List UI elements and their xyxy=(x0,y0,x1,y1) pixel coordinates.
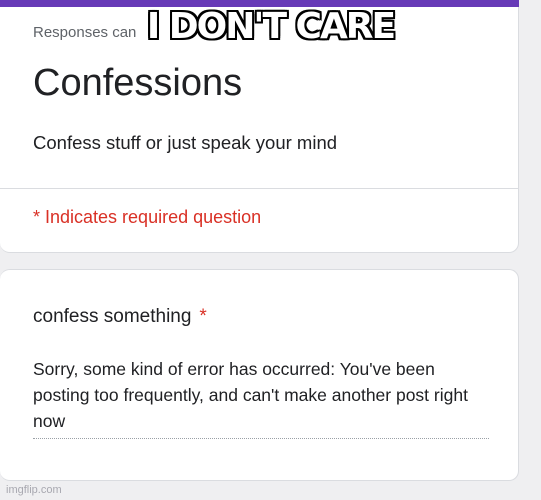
required-question-note: * Indicates required question xyxy=(33,207,262,227)
required-asterisk: * xyxy=(199,306,207,327)
question-card: confess something * Sorry, some kind of e… xyxy=(0,269,519,481)
form-title: Confessions xyxy=(33,62,243,104)
question-label: confess something xyxy=(33,306,192,327)
question-title: confess something * xyxy=(33,306,207,328)
meme-caption: I DON'T CARE xyxy=(146,6,396,47)
header-divider xyxy=(0,188,519,189)
imgflip-watermark: imgflip.com xyxy=(6,484,62,496)
answer-field[interactable]: Sorry, some kind of error has occurred: … xyxy=(33,356,489,439)
form-description: Confess stuff or just speak your mind xyxy=(33,132,338,153)
